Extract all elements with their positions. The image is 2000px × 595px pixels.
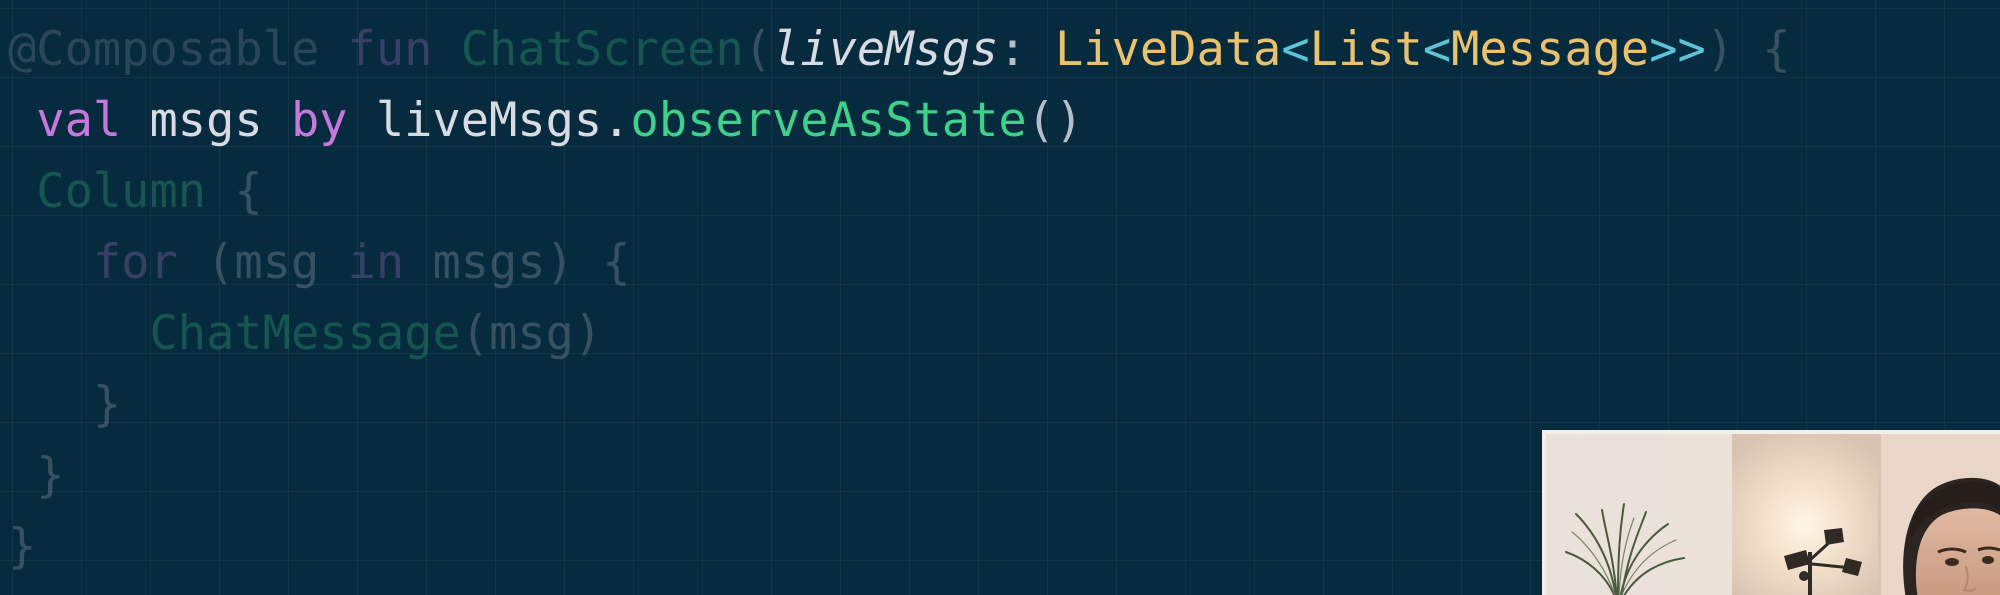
code-token-function: observeAsState xyxy=(630,93,1027,148)
code-token-type: Message xyxy=(1451,22,1650,77)
code-line-5: ChatMessage(msg) xyxy=(8,298,1791,369)
code-token-function: Column xyxy=(8,164,207,219)
code-token-generic: >> xyxy=(1649,22,1706,77)
code-line-4: for (msg in msgs) { xyxy=(8,227,1791,298)
code-token-punct: () xyxy=(1026,93,1084,148)
presenter-video-icon xyxy=(1546,434,2000,595)
code-token-punct: ( xyxy=(743,22,773,77)
code-token-punct: { xyxy=(206,164,263,219)
code-token-punct: ) { xyxy=(1705,22,1791,77)
code-token-ident: liveMsgs. xyxy=(347,93,631,148)
code-token-function: ChatScreen xyxy=(460,22,744,77)
code-token-punct: msgs) { xyxy=(404,235,631,290)
code-token-keyword: by xyxy=(290,93,348,148)
video-frame: @Composable fun ChatScreen(liveMsgs: Liv… xyxy=(0,0,2000,595)
code-token-keyword: fun xyxy=(319,22,461,77)
code-token-punct: : xyxy=(998,22,1055,77)
code-token-generic: < xyxy=(1422,22,1452,77)
code-token-ident: msgs xyxy=(121,93,291,148)
code-token-punct: } xyxy=(8,519,37,574)
code-token-punct: } xyxy=(8,448,65,503)
presenter-webcam xyxy=(1542,430,2000,595)
code-token-keyword: val xyxy=(8,93,122,148)
code-line-7: } xyxy=(8,440,1791,511)
code-line-6: } xyxy=(8,369,1791,440)
code-token-punct: (msg xyxy=(177,235,348,290)
code-block: @Composable fun ChatScreen(liveMsgs: Liv… xyxy=(8,14,1791,582)
code-line-1: @Composable fun ChatScreen(liveMsgs: Liv… xyxy=(8,14,1791,85)
code-token-annotation: @Composable xyxy=(8,22,320,77)
code-token-type: LiveData xyxy=(1054,22,1282,77)
code-token-keyword: in xyxy=(347,235,405,290)
code-token-type: List xyxy=(1309,22,1423,77)
code-token-punct: } xyxy=(8,377,122,432)
code-token-function: ChatMessage xyxy=(8,306,461,361)
code-line-8: } xyxy=(8,511,1791,582)
code-line-2: val msgs by liveMsgs.observeAsState() xyxy=(8,85,1791,156)
code-token-punct: (msg) xyxy=(460,306,603,361)
code-token-keyword: for xyxy=(8,235,178,290)
code-token-generic: < xyxy=(1281,22,1310,77)
code-line-3: Column { xyxy=(8,156,1791,227)
code-token-param: liveMsgs xyxy=(772,22,999,77)
